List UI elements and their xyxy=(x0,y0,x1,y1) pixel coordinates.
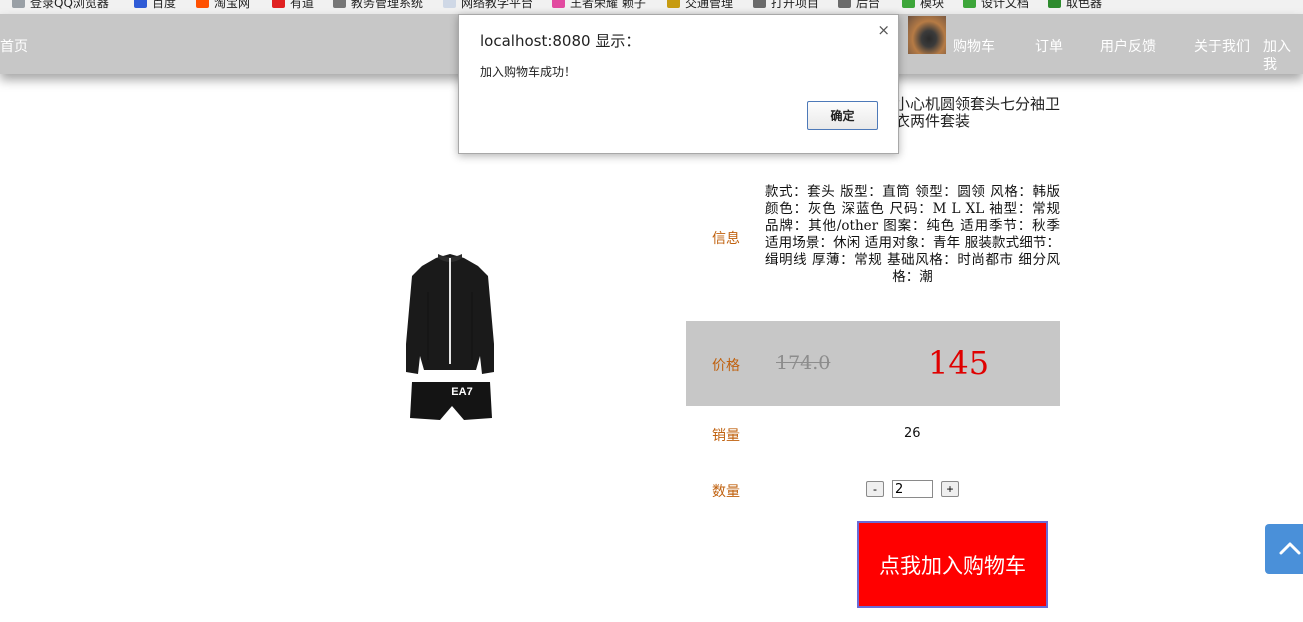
bookmark-label: 后台 xyxy=(856,0,881,10)
picker-icon xyxy=(1048,0,1061,8)
dialog-ok-button[interactable]: 确定 xyxy=(807,101,878,130)
globe-icon xyxy=(333,0,346,8)
new-price: 145 xyxy=(928,344,990,382)
bookmarks-bar: 登录QQ浏览器 百度 淘宝网 有道 教务管理系统 网络教学平台 王者荣耀 赖子 交通管理 打开项… xyxy=(0,0,1303,14)
bookmark-label: 百度 xyxy=(152,0,177,10)
bookmark-label: 模块 xyxy=(920,0,945,10)
bookmark-item[interactable]: 设计文档 xyxy=(963,0,1030,10)
image-icon xyxy=(838,0,851,8)
old-price: 174.0 xyxy=(776,352,831,374)
chevron-up-icon xyxy=(1279,542,1301,555)
quantity-decrease-button[interactable]: - xyxy=(866,481,884,497)
taobao-icon xyxy=(196,0,209,8)
bookmark-label: 取色器 xyxy=(1066,0,1103,10)
quantity-input[interactable] xyxy=(892,480,933,498)
bookmark-item[interactable]: 网络教学平台 xyxy=(443,0,534,10)
nav-cart[interactable]: 购物车 xyxy=(953,38,995,56)
bookmark-label: 教务管理系统 xyxy=(351,0,424,10)
youdao-icon xyxy=(272,0,285,8)
product-title: 小心机圆领套头七分袖卫衣两件套装 xyxy=(895,95,1061,130)
bookmark-label: 网络教学平台 xyxy=(461,0,534,10)
bookmark-item[interactable]: 取色器 xyxy=(1048,0,1103,10)
alert-dialog: localhost:8080 显示： × 加入购物车成功！ 确定 xyxy=(458,14,899,154)
leaf-icon xyxy=(902,0,915,8)
page-icon xyxy=(443,0,456,8)
bookmark-item[interactable]: 教务管理系统 xyxy=(333,0,424,10)
nav-about[interactable]: 关于我们 xyxy=(1194,38,1250,56)
baidu-icon xyxy=(134,0,147,8)
bookmark-item[interactable]: 王者荣耀 赖子 xyxy=(552,0,646,10)
bookmark-item[interactable]: 淘宝网 xyxy=(196,0,251,10)
bookmark-item[interactable]: 交通管理 xyxy=(667,0,734,10)
bookmark-label: 淘宝网 xyxy=(214,0,251,10)
nav-feedback[interactable]: 用户反馈 xyxy=(1100,38,1156,56)
dialog-title: localhost:8080 显示： xyxy=(480,32,641,50)
bookmark-label: 登录QQ浏览器 xyxy=(30,0,109,10)
bookmark-label: 交通管理 xyxy=(685,0,734,10)
nav-join[interactable]: 加入我 xyxy=(1263,38,1303,74)
add-to-cart-button[interactable]: 点我加入购物车 xyxy=(857,521,1048,608)
game-icon xyxy=(552,0,565,8)
product-info: 款式：套头 版型：直筒 领型：圆领 风格：韩版 颜色：灰色 深蓝色 尺码：M L… xyxy=(765,184,1060,285)
bookmark-item[interactable]: 打开项目 xyxy=(753,0,820,10)
price-band xyxy=(686,321,1060,406)
bookmark-label: 有道 xyxy=(290,0,315,10)
close-icon[interactable]: × xyxy=(877,21,890,39)
bookmark-item[interactable]: 登录QQ浏览器 xyxy=(12,0,109,10)
avatar[interactable] xyxy=(908,16,946,54)
price-label: 价格 xyxy=(712,358,740,374)
qq-icon xyxy=(12,0,25,8)
sales-label: 销量 xyxy=(712,428,740,444)
product-image: EA7 xyxy=(406,254,494,420)
bookmark-label: 设计文档 xyxy=(981,0,1030,10)
bookmark-label: 王者荣耀 赖子 xyxy=(570,0,646,10)
bookmark-item[interactable]: 有道 xyxy=(272,0,315,10)
nav-orders[interactable]: 订单 xyxy=(1035,38,1063,56)
product-brand-label: EA7 xyxy=(451,386,472,398)
leaf-icon xyxy=(963,0,976,8)
bookmark-label: 打开项目 xyxy=(771,0,820,10)
quantity-label: 数量 xyxy=(712,484,740,500)
dialog-message: 加入购物车成功！ xyxy=(480,65,577,79)
bookmark-item[interactable]: 百度 xyxy=(134,0,177,10)
quantity-increase-button[interactable]: + xyxy=(941,481,959,497)
sales-value: 26 xyxy=(904,426,921,441)
nav-home[interactable]: 首页 xyxy=(0,38,28,56)
info-label: 信息 xyxy=(712,231,740,247)
bookmark-item[interactable]: 后台 xyxy=(838,0,881,10)
traffic-icon xyxy=(667,0,680,8)
bookmark-item[interactable]: 模块 xyxy=(902,0,945,10)
back-to-top-button[interactable] xyxy=(1265,524,1303,574)
image-icon xyxy=(753,0,766,8)
